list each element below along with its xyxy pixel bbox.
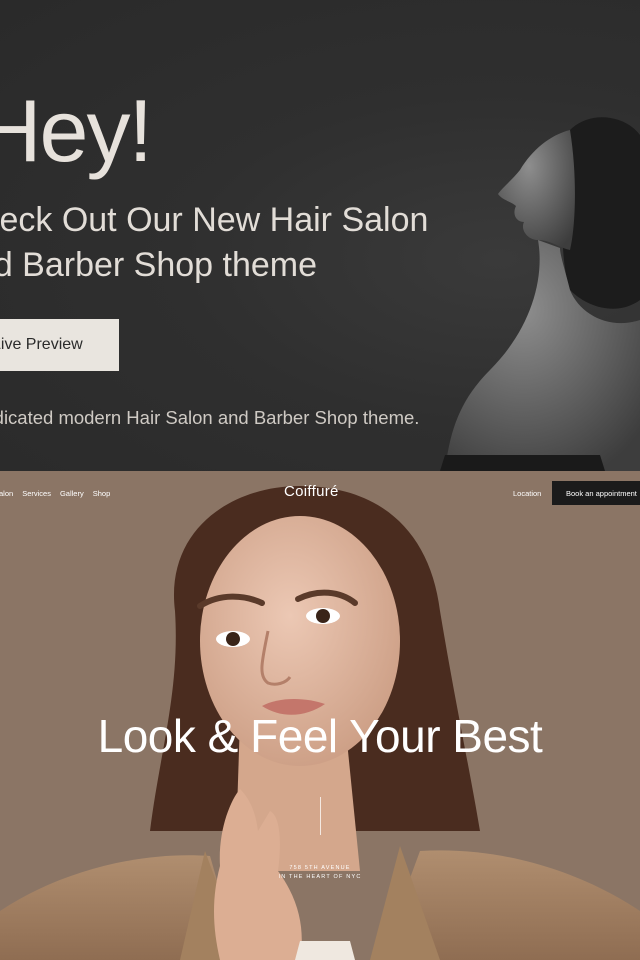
address-line-1: 758 5TH AVENUE	[289, 865, 351, 871]
promo-banner: Hey! Check Out Our New Hair Salon and Ba…	[0, 0, 640, 471]
model-profile-photo	[440, 117, 640, 471]
live-preview-button[interactable]: Live Preview	[0, 319, 119, 371]
book-appointment-button[interactable]: Book an appointment	[552, 481, 640, 505]
nav-item-shop[interactable]: Shop	[93, 489, 111, 498]
hero-title: Look & Feel Your Best	[97, 710, 543, 762]
site-logo[interactable]: Coiffuré	[284, 483, 339, 500]
promo-greeting: Hey!	[0, 81, 153, 180]
nav-item-services[interactable]: Services	[22, 489, 51, 498]
nav-item-gallery[interactable]: Gallery	[60, 489, 84, 498]
site-preview: Salon Services Gallery Shop Coiffuré Loc…	[0, 471, 640, 960]
location-link[interactable]: Location	[513, 489, 541, 498]
promo-headline: Check Out Our New Hair Salon and Barber …	[0, 198, 428, 288]
hero-divider	[320, 797, 321, 835]
nav-item-salon[interactable]: Salon	[0, 489, 13, 498]
address-line-2: IN THE HEART OF NYC	[278, 874, 362, 880]
site-nav: Salon Services Gallery Shop	[0, 489, 110, 498]
promo-description: Dedicated modern Hair Salon and Barber S…	[0, 407, 420, 428]
promo-headline-line1: Check Out Our New Hair Salon	[0, 201, 429, 239]
promo-headline-line2: and Barber Shop theme	[0, 246, 318, 284]
